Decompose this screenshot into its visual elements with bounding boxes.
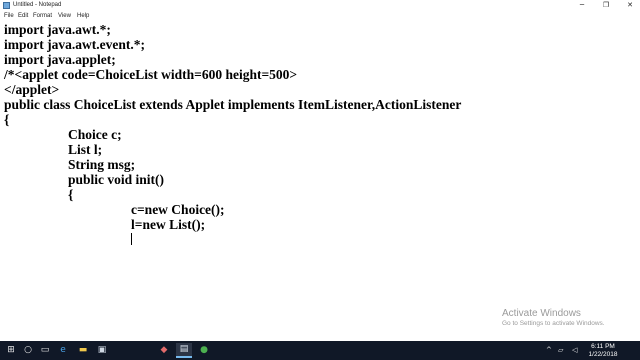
text-caret <box>131 233 132 245</box>
search-icon[interactable]: ○ <box>20 343 36 358</box>
menu-view[interactable]: View <box>58 12 71 20</box>
code-line: import java.applet; <box>4 52 116 67</box>
menu-format[interactable]: Format <box>33 12 52 20</box>
file-explorer-icon[interactable]: ▬ <box>75 343 91 358</box>
code-line: </applet> <box>4 82 60 97</box>
start-icon[interactable]: ⊞ <box>3 343 19 358</box>
activate-windows-title: Activate Windows <box>502 308 581 319</box>
title-bar: Untitled - Notepad ─ ❐ ✕ <box>0 0 640 11</box>
text-editor[interactable]: import java.awt.*; import java.awt.event… <box>0 21 640 341</box>
edge-icon[interactable]: e <box>55 343 71 358</box>
code-line: c=new Choice(); <box>131 202 225 217</box>
tray-chevron-icon[interactable]: ^ <box>546 345 552 355</box>
notepad-taskbar-icon[interactable]: ▤ <box>176 343 192 358</box>
code-line: { <box>4 112 10 127</box>
code-line: public class ChoiceList extends Applet i… <box>4 97 462 112</box>
task-view-icon[interactable]: ▭ <box>37 343 53 358</box>
system-clock[interactable]: 6:11 PM 1/22/2018 <box>586 343 620 358</box>
menu-bar: File Edit Format View Help <box>0 11 640 21</box>
window-title: Untitled - Notepad <box>13 2 62 8</box>
code-line: import java.awt.*; <box>4 22 111 37</box>
close-button[interactable]: ✕ <box>620 0 640 11</box>
taskbar: ⊞ ○ ▭ e ▬ ▣ ◆ ▤ ● ^ ▱ ◁ 6:11 PM 1/22/201… <box>0 341 640 360</box>
activate-windows-subtitle: Go to Settings to activate Windows. <box>502 320 605 327</box>
code-line: { <box>68 187 74 202</box>
code-line: String msg; <box>68 157 136 172</box>
code-line: import java.awt.event.*; <box>4 37 145 52</box>
menu-file[interactable]: File <box>4 12 14 20</box>
code-line: l=new List(); <box>131 217 206 232</box>
menu-help[interactable]: Help <box>77 12 89 20</box>
app-icon[interactable]: ◆ <box>156 343 172 358</box>
notepad-app-icon <box>3 2 10 9</box>
maximize-button[interactable]: ❐ <box>596 0 616 11</box>
clock-date: 1/22/2018 <box>588 350 618 358</box>
app-icon[interactable]: ● <box>196 343 212 358</box>
network-icon[interactable]: ▱ <box>558 345 563 355</box>
clock-time: 6:11 PM <box>591 343 615 350</box>
volume-icon[interactable]: ◁ <box>572 345 577 355</box>
menu-edit[interactable]: Edit <box>18 12 28 20</box>
store-icon[interactable]: ▣ <box>94 343 110 358</box>
code-line: public void init() <box>68 172 165 187</box>
minimize-button[interactable]: ─ <box>572 0 592 11</box>
code-line: Choice c; <box>68 127 122 142</box>
code-line: List l; <box>68 142 103 157</box>
code-line: /*<applet code=ChoiceList width=600 heig… <box>4 67 298 82</box>
